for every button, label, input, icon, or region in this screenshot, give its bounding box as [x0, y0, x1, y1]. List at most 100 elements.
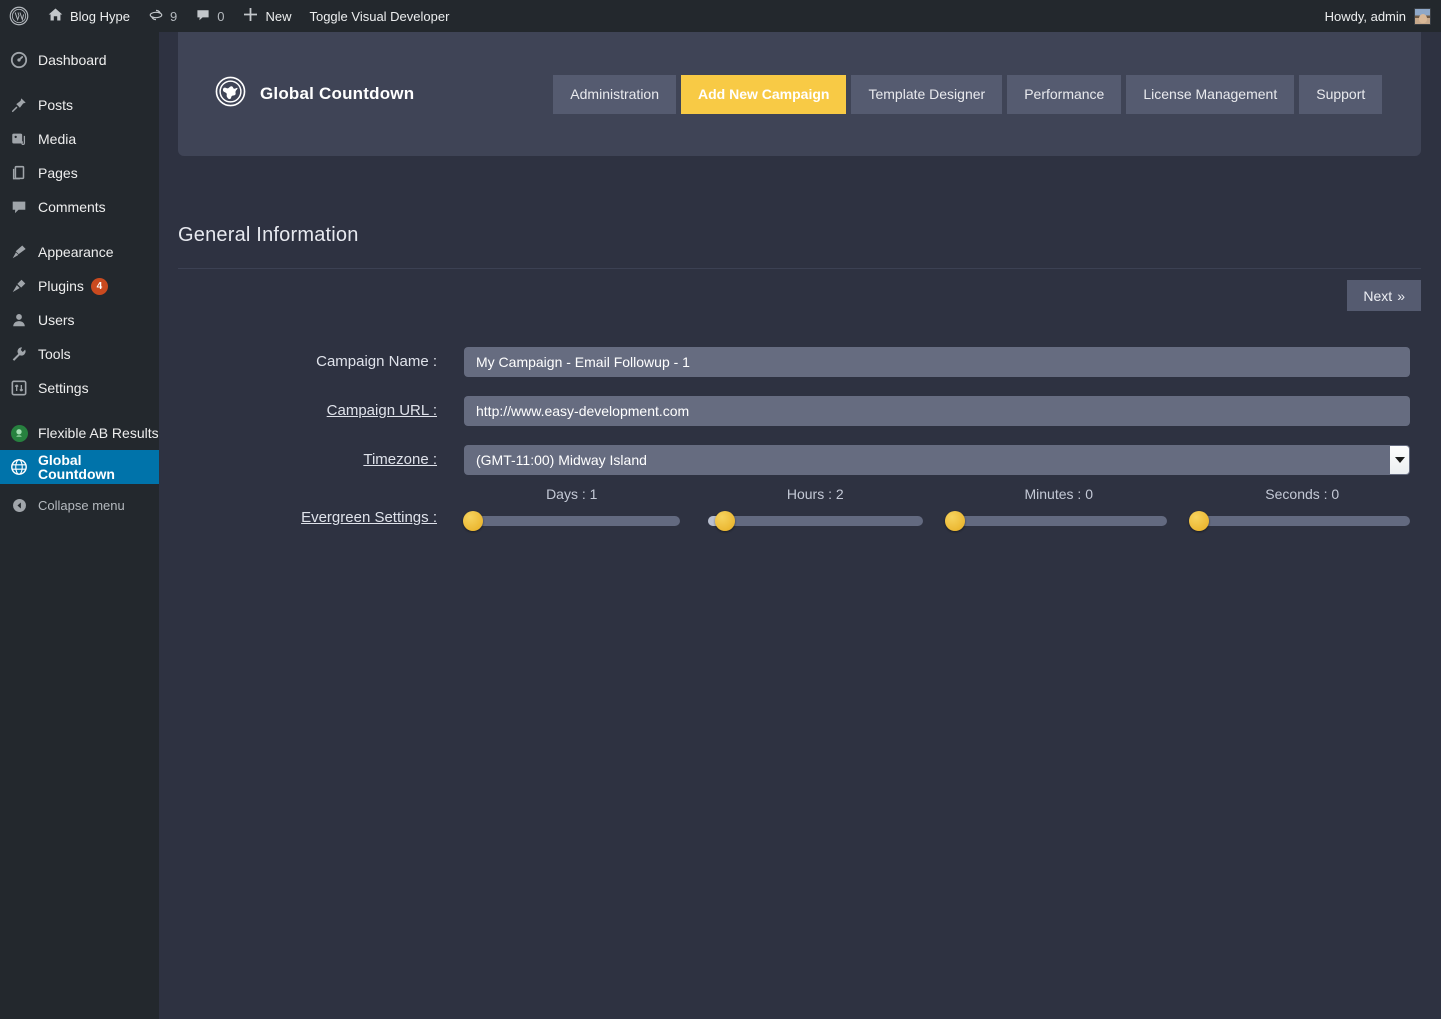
plugin-brand: Global Countdown	[215, 76, 414, 112]
slider-minutes: Minutes : 0	[945, 486, 1167, 531]
tab-license-management[interactable]: License Management	[1126, 74, 1295, 114]
tab-add-new-campaign[interactable]: Add New Campaign	[681, 74, 847, 114]
collapse-menu-button[interactable]: Collapse menu	[0, 488, 159, 522]
globe-icon	[215, 76, 246, 112]
chevron-down-icon[interactable]	[1390, 445, 1409, 474]
admin-sidebar: Dashboard Posts Media Pages Comments App…	[0, 32, 167, 1019]
plugin-content-area: Global Countdown Administration Add New …	[159, 32, 1441, 1019]
campaign-name-input[interactable]: My Campaign - Email Followup - 1	[464, 346, 1410, 377]
sidebar-label: Dashboard	[38, 52, 107, 68]
slider-seconds-handle[interactable]	[1188, 511, 1209, 531]
menu-spacer	[0, 77, 159, 88]
tab-template-designer[interactable]: Template Designer	[851, 74, 1003, 114]
updates-count: 9	[169, 8, 178, 24]
campaign-url-label[interactable]: Campaign URL :	[159, 402, 464, 419]
plug-icon	[9, 276, 29, 296]
site-name-label: Blog Hype	[70, 8, 130, 24]
slider-hours-handle[interactable]	[714, 511, 735, 531]
sidebar-item-users[interactable]: Users	[0, 303, 159, 337]
sidebar-label: Tools	[38, 346, 71, 362]
wp-admin-bar: Blog Hype 9 0 New Toggle Visual Develope…	[0, 0, 1441, 32]
sidebar-item-global-countdown[interactable]: Global Countdown	[0, 450, 167, 484]
sidebar-item-media[interactable]: Media	[0, 122, 159, 156]
slider-minutes-handle[interactable]	[945, 511, 966, 531]
slider-hours: Hours : 2	[707, 486, 923, 531]
sidebar-item-pages[interactable]: Pages	[0, 156, 159, 190]
wordpress-logo-button[interactable]	[0, 0, 38, 32]
updates-button[interactable]: 9	[139, 0, 186, 32]
comments-count: 0	[217, 8, 225, 24]
evergreen-sliders: Days : 1 Hours : 2 Minutes : 0 Seconds:…	[462, 486, 1410, 531]
campaign-name-row: Campaign Name : My Campaign - Email Foll…	[159, 337, 1441, 386]
tab-support[interactable]: Support	[1299, 74, 1383, 114]
howdy-label: Howdy, admin	[1324, 8, 1406, 24]
timezone-row: Timezone : (GMT-11:00) Midway Island	[159, 435, 1441, 484]
sidebar-label: Settings	[38, 380, 89, 396]
sidebar-item-posts[interactable]: Posts	[0, 88, 159, 122]
brush-icon	[9, 242, 29, 262]
sidebar-item-flexible-ab-results[interactable]: Flexible AB Results	[0, 416, 159, 450]
menu-spacer	[0, 405, 159, 416]
sidebar-label: Global Countdown	[38, 452, 115, 482]
sidebar-label: Posts	[38, 97, 74, 113]
plugin-nav-tabs: Administration Add New Campaign Template…	[553, 74, 1383, 114]
tab-administration[interactable]: Administration	[553, 74, 676, 114]
sidebar-item-dashboard[interactable]: Dashboard	[0, 43, 159, 77]
sidebar-item-plugins[interactable]: Plugins 4	[0, 269, 159, 303]
pin-icon	[9, 95, 29, 115]
collapse-arrow-icon	[9, 495, 29, 515]
site-name-menu[interactable]: Blog Hype	[38, 0, 139, 32]
plugins-update-badge: 4	[90, 277, 108, 295]
wrench-icon	[9, 344, 29, 364]
slider-minutes-track[interactable]	[945, 511, 1167, 531]
sidebar-item-settings[interactable]: Settings	[0, 371, 159, 405]
sidebar-label: Comments	[38, 199, 106, 215]
timezone-selected-value: (GMT-11:00) Midway Island	[476, 451, 647, 468]
sidebar-label: Plugins	[38, 278, 84, 294]
media-icon	[9, 129, 29, 149]
updates-icon	[148, 7, 164, 26]
sidebar-item-tools[interactable]: Tools	[0, 337, 159, 371]
new-content-button[interactable]: New	[233, 0, 300, 32]
slider-days-track[interactable]	[462, 511, 680, 531]
slider-seconds-caption: Seconds : 0	[1265, 486, 1340, 502]
pages-icon	[9, 163, 29, 183]
campaign-url-input[interactable]: http://www.easy-development.com	[464, 395, 1410, 426]
slider-days-caption: Days : 1	[546, 486, 598, 502]
user-icon	[9, 310, 29, 330]
account-menu[interactable]: Howdy, admin	[1324, 7, 1441, 25]
slider-minutes-caption: Minutes : 0	[1024, 486, 1093, 502]
slider-days-handle[interactable]	[462, 511, 483, 531]
comment-bubble-icon	[195, 7, 211, 26]
toggle-visual-developer-label: Toggle Visual Developer	[309, 8, 450, 24]
settings-icon	[9, 378, 29, 398]
evergreen-settings-label: Evergreen Settings :	[301, 509, 437, 526]
comments-button[interactable]: 0	[186, 0, 233, 32]
campaign-url-row: Campaign URL : http://www.easy-developme…	[159, 386, 1441, 435]
slider-seconds-track[interactable]	[1188, 511, 1410, 531]
dashboard-icon	[9, 50, 29, 70]
next-button-row: Next »	[178, 280, 1421, 311]
slider-seconds: Seconds : 0	[1188, 486, 1410, 531]
sidebar-label: Media	[38, 131, 77, 147]
page-title: General Information	[178, 224, 359, 246]
sidebar-label: Flexible AB Results	[38, 425, 159, 441]
sidebar-item-appearance[interactable]: Appearance	[0, 235, 159, 269]
wordpress-logo-icon	[9, 6, 29, 26]
avatar	[1414, 7, 1431, 25]
green-dot-icon	[9, 423, 29, 443]
section-divider	[178, 268, 1421, 269]
slider-days: Days : 1	[462, 486, 680, 531]
timezone-select[interactable]: (GMT-11:00) Midway Island	[464, 444, 1410, 475]
next-button[interactable]: Next »	[1347, 280, 1421, 311]
campaign-form: Campaign Name : My Campaign - Email Foll…	[159, 337, 1441, 531]
sidebar-item-comments[interactable]: Comments	[0, 190, 159, 224]
globe-icon	[9, 457, 29, 477]
timezone-label[interactable]: Timezone :	[159, 451, 464, 468]
slider-hours-track[interactable]	[707, 511, 923, 531]
toggle-visual-developer-button[interactable]: Toggle Visual Developer	[300, 0, 458, 32]
new-label: New	[265, 8, 292, 24]
collapse-menu-label: Collapse menu	[38, 497, 125, 513]
tab-performance[interactable]: Performance	[1007, 74, 1122, 114]
home-icon	[47, 6, 64, 26]
